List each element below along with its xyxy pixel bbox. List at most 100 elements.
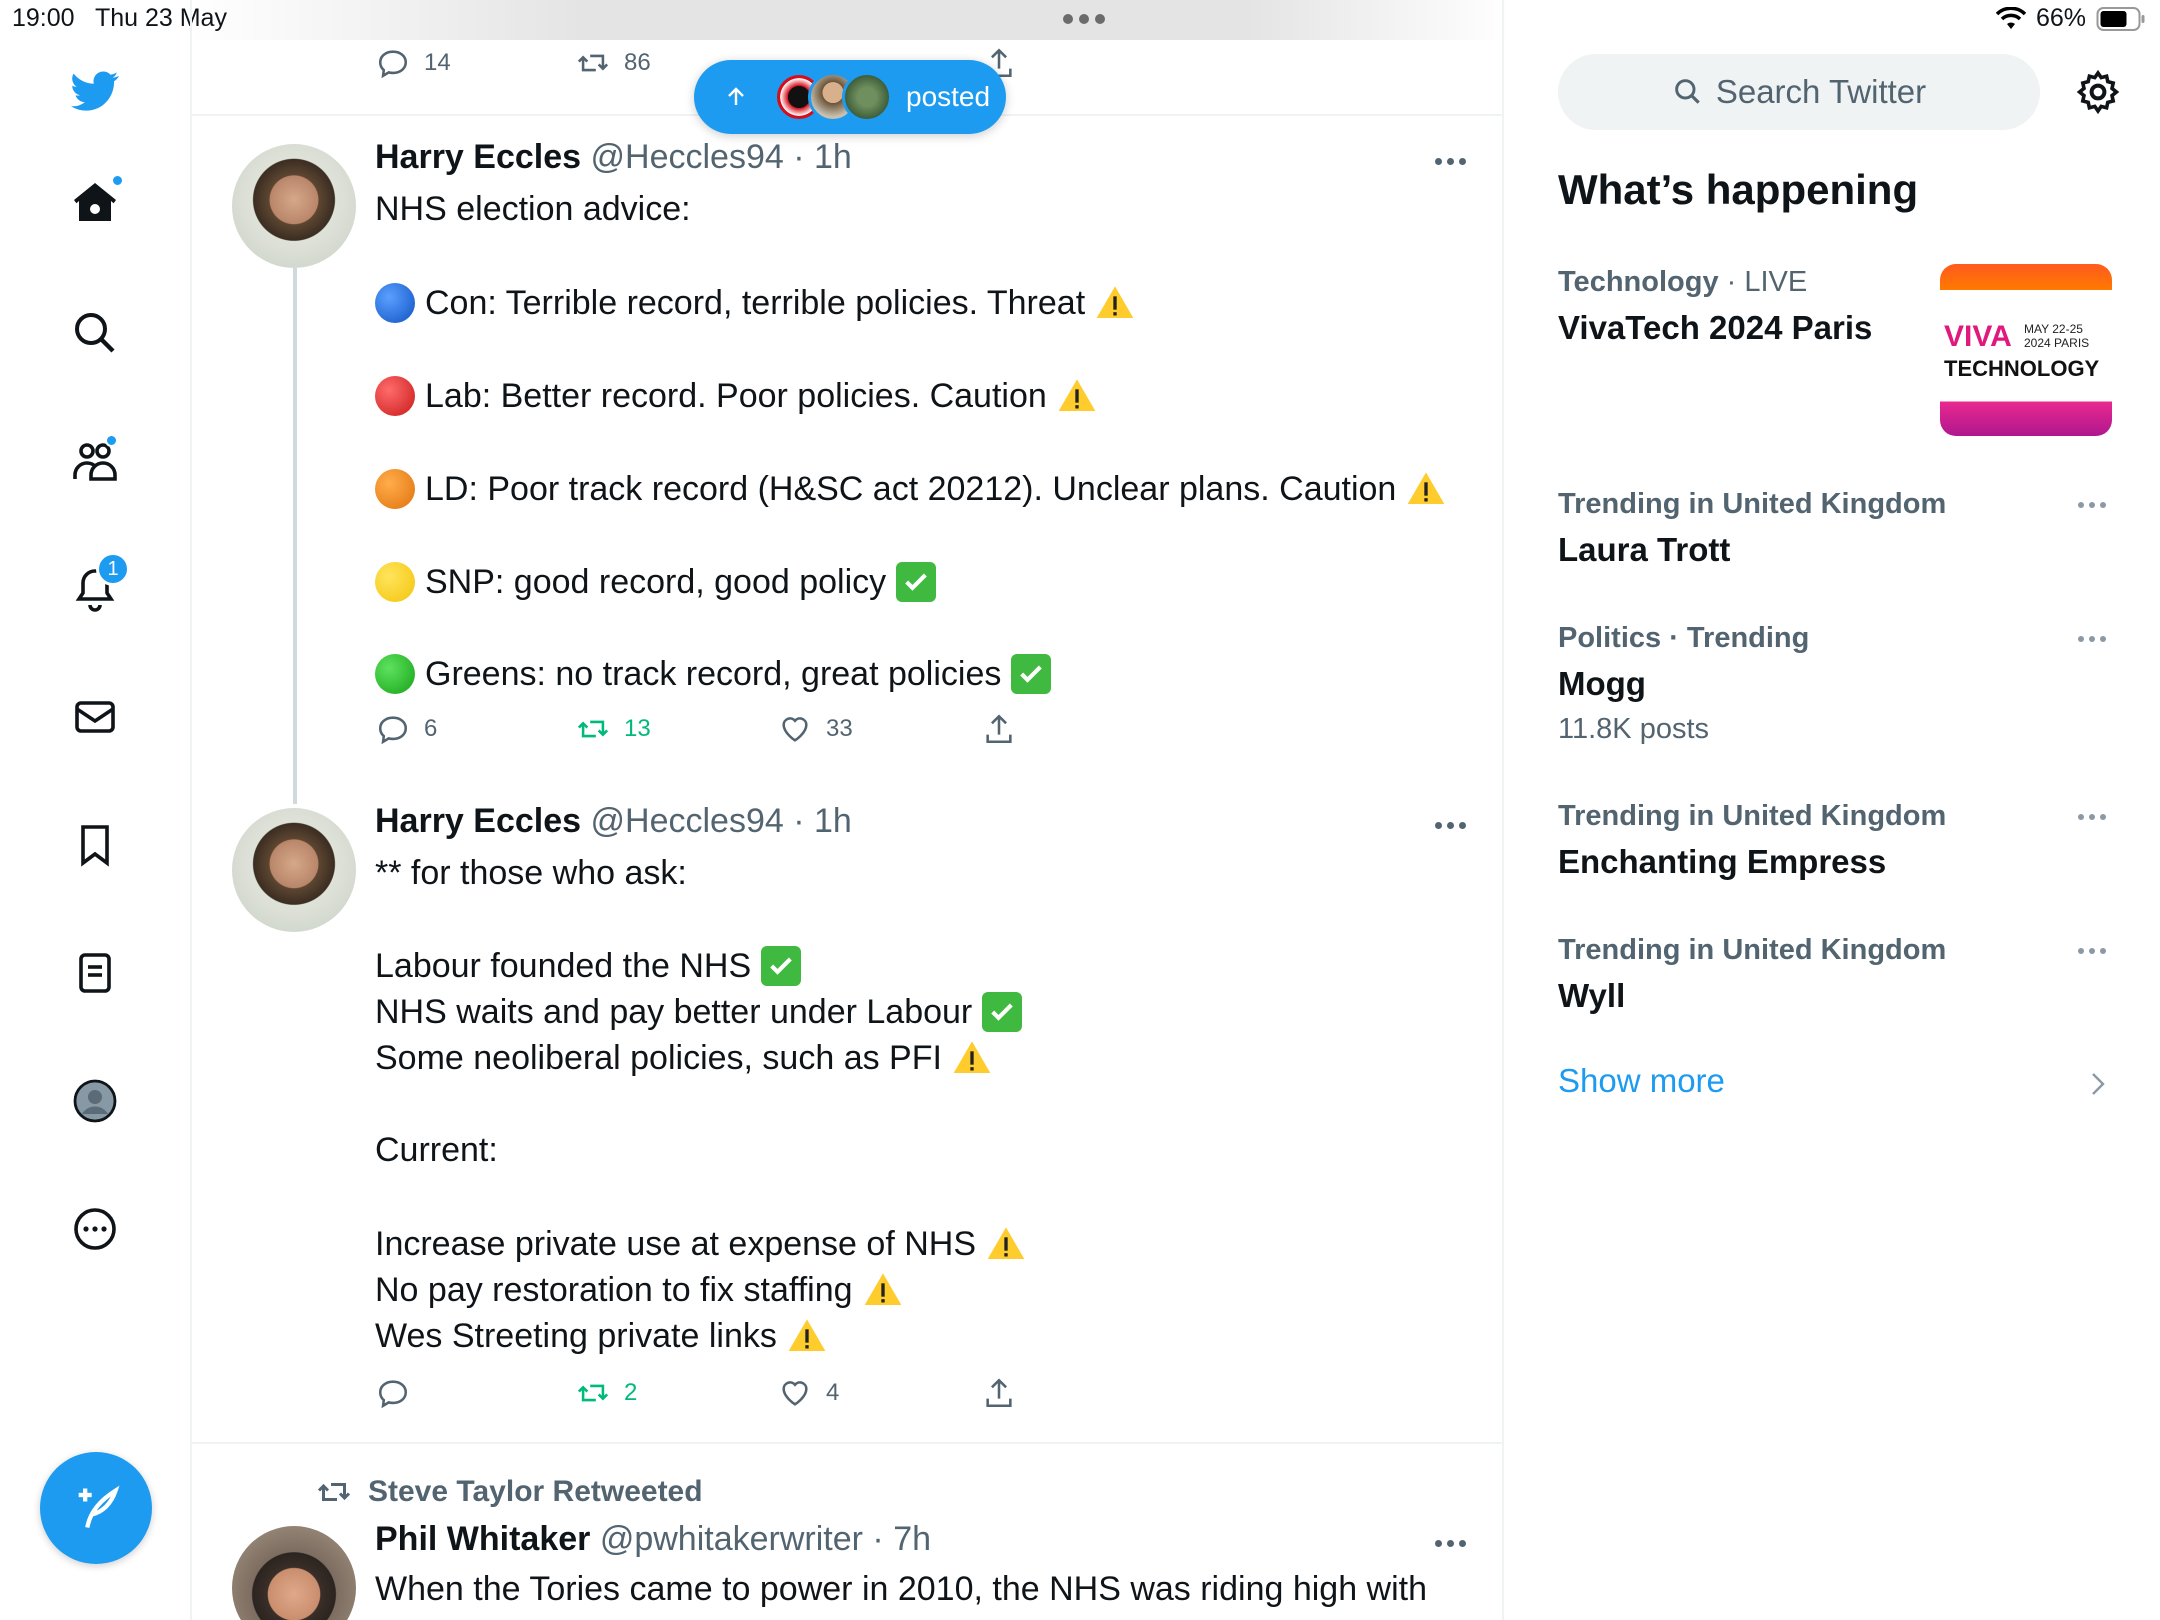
- timeline[interactable]: 14 86 posted Harry Eccles @Heccles94 · 1…: [192, 0, 1504, 1620]
- tweet-time[interactable]: · 7h: [872, 1520, 931, 1558]
- tweet-header: Harry Eccles @Heccles94 · 1h: [375, 802, 852, 841]
- tweet-time[interactable]: · 1h: [793, 138, 852, 176]
- like-button[interactable]: 4: [778, 1376, 839, 1410]
- warning-icon: [864, 1273, 901, 1305]
- author-handle[interactable]: @Heccles94: [591, 138, 784, 176]
- check-mark-icon: [896, 562, 937, 602]
- check-mark-icon: [1011, 654, 1052, 694]
- viva-word-text: TECHNOLOGY: [1944, 356, 2100, 381]
- avatar[interactable]: [232, 808, 356, 932]
- author-handle[interactable]: @pwhitakerwriter: [600, 1520, 863, 1558]
- vivatech-thumbnail[interactable]: VIVA MAY 22-25 2024 PARIS TECHNOLOGY: [1940, 264, 2112, 436]
- lists-icon[interactable]: [62, 940, 128, 1006]
- like-icon: [782, 717, 808, 742]
- viva-brand-text: VIVA: [1944, 320, 2012, 353]
- more-options-icon[interactable]: [1435, 158, 1466, 165]
- tweet-header: Phil Whitaker @pwhitakerwriter · 7h: [375, 1520, 931, 1559]
- trend-item[interactable]: Politics · Trending Mogg 11.8K posts: [1558, 622, 1809, 746]
- gear-icon[interactable]: [2074, 68, 2122, 116]
- twitter-logo-icon[interactable]: [62, 58, 128, 124]
- battery-percent: 66%: [2035, 4, 2086, 32]
- warning-icon: [953, 1041, 991, 1073]
- more-options-icon[interactable]: [1435, 822, 1466, 829]
- trend-category: Politics · Trending: [1558, 622, 1810, 654]
- home-icon[interactable]: [62, 170, 128, 236]
- trend-title: Enchanting Empress: [1558, 843, 1887, 880]
- bookmark-icon[interactable]: [62, 812, 128, 878]
- more-icon[interactable]: [62, 1196, 128, 1262]
- warning-icon: [1096, 286, 1134, 318]
- orange-circle-icon: [375, 469, 415, 509]
- trend-more-icon[interactable]: [2078, 814, 2106, 820]
- new-posts-pill[interactable]: posted: [694, 60, 1006, 134]
- author-name[interactable]: Harry Eccles: [375, 138, 581, 176]
- retweet-button[interactable]: 13: [576, 712, 651, 746]
- trend-item[interactable]: Trending in United Kingdom Wyll: [1558, 934, 1946, 1015]
- retweet-icon: [577, 1384, 609, 1402]
- trend-item[interactable]: Technology · LIVE VivaTech 2024 Paris: [1558, 266, 1872, 347]
- tweet-text-line: Some neoliberal policies, such as PFI: [375, 1038, 992, 1078]
- tweet-text-line: Labour founded the NHS: [375, 946, 802, 986]
- share-button[interactable]: [982, 1376, 1016, 1410]
- more-options-icon[interactable]: [1435, 1540, 1466, 1547]
- search-icon[interactable]: [62, 300, 128, 366]
- trend-more-icon[interactable]: [2078, 636, 2106, 642]
- retweet-button[interactable]: 86: [576, 46, 651, 80]
- reply-icon: [378, 1380, 408, 1409]
- tweet-text-line: LD: Poor track record (H&SC act 20212). …: [375, 469, 1446, 509]
- avatar[interactable]: [232, 1526, 356, 1620]
- share-button[interactable]: [982, 712, 1016, 746]
- author-handle[interactable]: @Heccles94: [591, 802, 784, 840]
- trend-item[interactable]: Trending in United Kingdom Enchanting Em…: [1558, 800, 1946, 881]
- search-box[interactable]: Search Twitter: [1558, 54, 2040, 130]
- share-icon: [986, 1378, 1012, 1408]
- trend-item[interactable]: Trending in United Kingdom Laura Trott: [1558, 488, 1946, 569]
- tweet-text-line: When the Tories came to power in 2010, t…: [375, 1570, 1428, 1608]
- viva-dates-text: MAY 22-25: [2024, 322, 2083, 336]
- trend-more-icon[interactable]: [2078, 502, 2106, 508]
- tweet-text-line: No pay restoration to fix staffing: [375, 1270, 903, 1310]
- author-name[interactable]: Harry Eccles: [375, 802, 581, 840]
- reply-button[interactable]: 6: [376, 712, 437, 746]
- retweet-icon: [577, 54, 609, 72]
- retweet-button[interactable]: 2: [576, 1376, 637, 1410]
- warning-icon: [1058, 379, 1096, 411]
- status-bar-indicators: 66%: [1995, 4, 2146, 33]
- show-more-link[interactable]: Show more: [1558, 1062, 1725, 1100]
- posted-avatar: [842, 72, 892, 122]
- trend-more-icon[interactable]: [2078, 948, 2106, 954]
- communities-icon[interactable]: [62, 428, 128, 494]
- tweet-divider: [192, 1442, 1502, 1444]
- reply-button[interactable]: [376, 1376, 424, 1410]
- check-mark-icon: [761, 946, 802, 986]
- retweeted-by[interactable]: Steve Taylor Retweeted: [316, 1474, 703, 1510]
- green-circle-icon: [375, 654, 415, 694]
- trend-title: Laura Trott: [1558, 531, 1731, 568]
- communities-new-dot: [105, 434, 118, 447]
- tweet-text-line: Wes Streeting private links: [375, 1316, 827, 1356]
- compose-button[interactable]: [40, 1452, 152, 1564]
- like-icon: [782, 1381, 808, 1406]
- home-new-dot: [111, 174, 124, 187]
- bell-icon[interactable]: 1: [62, 552, 130, 622]
- tweet-time[interactable]: · 1h: [793, 802, 852, 840]
- reply-button[interactable]: 14: [376, 46, 451, 80]
- viva-dates-block: MAY 22-25 2024 PARIS: [2024, 322, 2089, 350]
- share-icon: [986, 714, 1012, 744]
- reply-count: 14: [424, 49, 451, 76]
- trend-post-count: 11.8K posts: [1558, 713, 1710, 745]
- profile-icon[interactable]: [62, 1068, 128, 1134]
- like-button[interactable]: 33: [778, 712, 853, 746]
- avatar[interactable]: [232, 144, 356, 268]
- chevron-right-icon[interactable]: [2088, 1070, 2108, 1098]
- trend-title: Mogg: [1558, 665, 1646, 702]
- author-name[interactable]: Phil Whitaker: [375, 1520, 590, 1558]
- warning-icon: [1407, 472, 1445, 504]
- trend-category: Trending in United Kingdom: [1558, 800, 1947, 832]
- check-mark-icon: [982, 992, 1023, 1032]
- retweet-count: 2: [624, 1379, 638, 1406]
- tweet-header: Harry Eccles @Heccles94 · 1h: [375, 138, 852, 177]
- wifi-icon: [1995, 6, 2026, 29]
- retweet-icon: [577, 720, 609, 738]
- mail-icon[interactable]: [62, 684, 128, 750]
